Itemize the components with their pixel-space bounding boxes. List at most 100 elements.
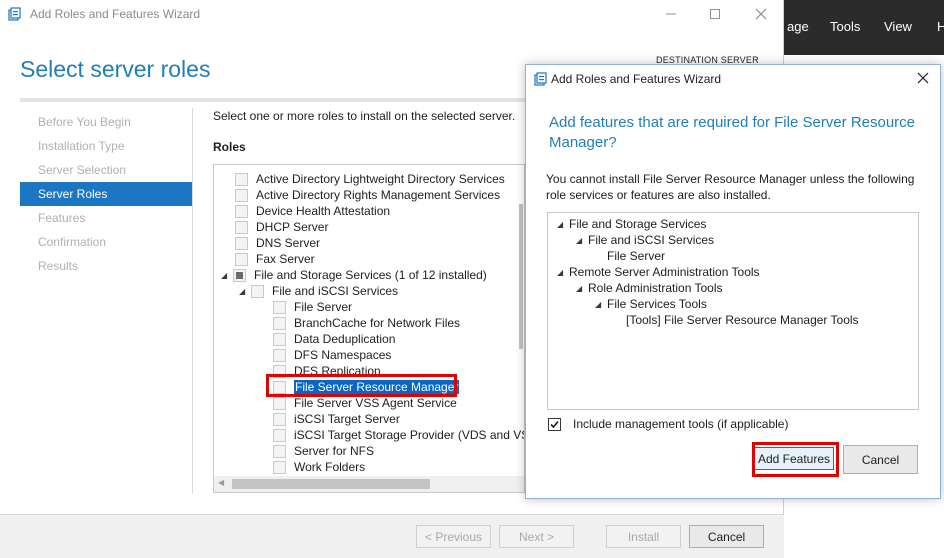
tree-item[interactable]: ◢ File and iSCSI Services <box>576 232 714 248</box>
dialog-heading: Add features that are required for File … <box>549 114 916 151</box>
role-checkbox[interactable] <box>273 444 286 458</box>
tree-item[interactable]: File Server <box>607 248 665 264</box>
nav-confirmation[interactable]: Confirmation <box>20 230 192 254</box>
role-checkbox[interactable] <box>235 220 248 234</box>
tree-item[interactable]: [Tools] File Server Resource Manager Too… <box>626 312 859 328</box>
nav-installation-type[interactable]: Installation Type <box>20 134 192 158</box>
role-checkbox[interactable] <box>273 300 286 314</box>
maximize-icon <box>710 9 720 19</box>
role-item[interactable]: Active Directory Rights Management Servi… <box>235 187 500 203</box>
checkmark-icon <box>550 420 559 428</box>
roles-horizontal-scrollbar[interactable]: ◀ <box>214 476 524 492</box>
role-item-file-iscsi[interactable]: ◢ File and iSCSI Services <box>239 283 398 299</box>
tree-item[interactable]: ◢ File Services Tools <box>595 296 707 312</box>
role-checkbox[interactable] <box>235 204 248 218</box>
tree-item[interactable]: ◢ Role Administration Tools <box>576 280 723 296</box>
include-tools-label: Include management tools (if applicable) <box>573 417 789 431</box>
minimize-icon <box>666 13 676 15</box>
add-features-highlight-box <box>752 442 839 477</box>
add-features-dialog: Add Roles and Features Wizard Add featur… <box>525 64 941 499</box>
menu-view[interactable]: View <box>884 19 912 34</box>
maximize-button[interactable] <box>692 0 738 28</box>
role-checkbox[interactable] <box>273 316 286 330</box>
role-checkbox[interactable] <box>273 332 286 346</box>
roles-vertical-scrollbar[interactable] <box>518 164 525 476</box>
role-item[interactable]: BranchCache for Network Files <box>273 315 460 331</box>
role-checkbox[interactable] <box>235 252 248 266</box>
role-item[interactable]: File Server VSS Agent Service <box>273 395 457 411</box>
role-item[interactable]: iSCSI Target Server <box>273 411 400 427</box>
scroll-thumb[interactable] <box>232 479 430 489</box>
tree-item[interactable]: ◢ Remote Server Administration Tools <box>557 264 760 280</box>
instruction-text: Select one or more roles to install on t… <box>213 109 516 123</box>
roles-list[interactable]: Active Directory Lightweight Directory S… <box>213 164 525 493</box>
wizard-titlebar: Add Roles and Features Wizard <box>0 0 784 30</box>
close-button[interactable] <box>738 0 784 28</box>
nav-before-you-begin[interactable]: Before You Begin <box>20 110 192 134</box>
collapse-icon[interactable]: ◢ <box>576 236 588 245</box>
role-item[interactable]: DNS Server <box>235 235 320 251</box>
role-checkbox[interactable] <box>273 412 286 426</box>
collapse-icon[interactable]: ◢ <box>595 300 607 309</box>
menu-help[interactable]: H <box>937 19 944 34</box>
collapse-icon[interactable]: ◢ <box>239 287 251 296</box>
role-checkbox[interactable] <box>273 460 286 474</box>
role-item[interactable]: Data Deduplication <box>273 331 395 347</box>
tree-item[interactable]: ◢ File and Storage Services <box>557 216 706 232</box>
role-checkbox[interactable] <box>273 428 286 442</box>
role-item[interactable]: Server for NFS <box>273 443 374 459</box>
role-checkbox[interactable] <box>235 172 248 186</box>
nav-server-roles[interactable]: Server Roles <box>20 182 192 206</box>
role-item-file-storage[interactable]: ◢ File and Storage Services (1 of 12 inst… <box>221 267 487 283</box>
roles-heading: Roles <box>213 140 246 154</box>
wizard-footer: < Previous Next > Install Cancel <box>0 515 784 558</box>
next-button[interactable]: Next > <box>499 525 574 548</box>
required-features-tree[interactable]: ◢ File and Storage Services ◢ File and iSC… <box>547 212 919 410</box>
role-item[interactable]: DHCP Server <box>235 219 328 235</box>
dialog-cancel-button[interactable]: Cancel <box>843 445 918 474</box>
role-item[interactable]: Device Health Attestation <box>235 203 390 219</box>
role-checkbox[interactable] <box>251 284 264 298</box>
menu-tools[interactable]: Tools <box>830 19 860 34</box>
role-item[interactable]: Active Directory Lightweight Directory S… <box>235 171 505 187</box>
menu-manage[interactable]: age <box>787 19 809 34</box>
minimize-button[interactable] <box>648 0 694 28</box>
role-checkbox[interactable] <box>235 236 248 250</box>
include-tools-option[interactable]: Include management tools (if applicable) <box>548 417 788 431</box>
server-manager-icon <box>534 72 547 86</box>
collapse-icon[interactable]: ◢ <box>221 271 233 280</box>
wizard-title: Add Roles and Features Wizard <box>30 7 201 21</box>
role-item[interactable]: Work Folders <box>273 459 365 475</box>
include-tools-checkbox[interactable] <box>548 417 561 431</box>
role-item[interactable]: Fax Server <box>235 251 315 267</box>
nav-features[interactable]: Features <box>20 206 192 230</box>
collapse-icon[interactable]: ◢ <box>557 268 569 277</box>
previous-button[interactable]: < Previous <box>416 525 491 548</box>
role-checkbox[interactable] <box>233 268 246 282</box>
role-checkbox[interactable] <box>273 348 286 362</box>
nav-divider <box>192 108 193 494</box>
cancel-button[interactable]: Cancel <box>689 525 764 548</box>
dialog-close-button[interactable] <box>914 69 932 87</box>
close-icon <box>917 72 929 84</box>
server-manager-icon <box>8 7 21 21</box>
wizard-nav: Before You Begin Installation Type Serve… <box>20 110 192 278</box>
title-divider <box>20 98 525 102</box>
collapse-icon[interactable]: ◢ <box>576 284 588 293</box>
close-icon <box>755 8 767 20</box>
nav-server-selection[interactable]: Server Selection <box>20 158 192 182</box>
nav-results[interactable]: Results <box>20 254 192 278</box>
role-item[interactable]: File Server <box>273 299 352 315</box>
role-checkbox[interactable] <box>235 188 248 202</box>
collapse-icon[interactable]: ◢ <box>557 220 569 229</box>
scroll-left-icon[interactable]: ◀ <box>218 478 224 487</box>
dialog-message: You cannot install File Server Resource … <box>546 172 915 202</box>
install-button[interactable]: Install <box>606 525 681 548</box>
role-checkbox[interactable] <box>273 396 286 410</box>
server-manager-menubar: age Tools View H <box>784 0 944 55</box>
role-item[interactable]: DFS Namespaces <box>273 347 391 363</box>
role-item[interactable]: iSCSI Target Storage Provider (VDS and V… <box>273 427 524 443</box>
dialog-titlebar: Add Roles and Features Wizard <box>526 65 940 93</box>
scroll-thumb[interactable] <box>519 204 523 349</box>
page-title: Select server roles <box>20 56 211 82</box>
